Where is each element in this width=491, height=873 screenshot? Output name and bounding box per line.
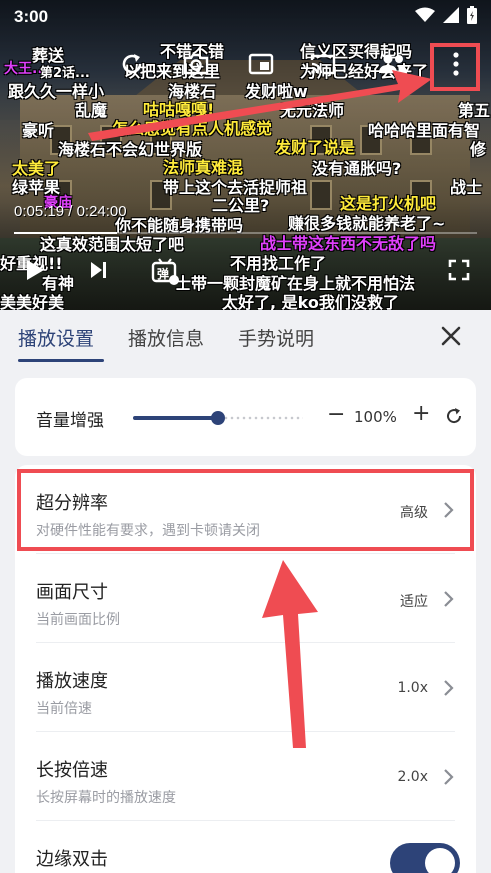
setting-value: 2.0x — [397, 769, 428, 785]
setting-row-aspect-ratio[interactable]: 画面尺寸 当前画面比例 适应 — [15, 554, 476, 643]
watch-together-button[interactable] — [375, 50, 411, 82]
active-tab-indicator — [18, 359, 104, 362]
reset-icon — [444, 408, 464, 430]
danmaku-comment: 哈哈哈里面有智 — [368, 121, 481, 140]
status-bar-time: 3:00 — [14, 7, 49, 26]
setting-subtitle: 长按屏幕时的播放速度 — [36, 790, 176, 806]
skip-next-icon — [89, 260, 109, 284]
danmaku-comment: 太好了, 是ko我们没救了 — [222, 293, 399, 310]
volume-increase-button[interactable]: + — [412, 401, 430, 426]
setting-title: 播放速度 — [36, 671, 108, 692]
danmaku-toggle-button[interactable]: 弹 — [148, 254, 182, 288]
setting-row-long-press-speed[interactable]: 长按倍速 长按屏幕时的播放速度 2.0x — [15, 732, 476, 821]
cast-button[interactable] — [305, 50, 341, 82]
volume-reset-button[interactable] — [444, 406, 464, 426]
volume-boost-value: 100% — [354, 408, 397, 426]
danmaku-comment: 修 — [470, 140, 487, 159]
setting-value: 1.0x — [397, 680, 428, 696]
watch-together-icon — [378, 53, 408, 79]
fullscreen-button[interactable] — [444, 257, 474, 287]
picture-in-picture-icon — [247, 52, 275, 80]
danmaku-toggle-label: 弹 — [157, 267, 170, 281]
setting-title: 边缘双击 — [36, 849, 108, 870]
picture-in-picture-button[interactable] — [243, 50, 279, 82]
setting-value: 适应 — [400, 594, 428, 610]
progress-fill — [14, 232, 117, 234]
screenshot-button[interactable] — [178, 50, 214, 82]
danmaku-toggle-icon: 弹 — [150, 256, 180, 286]
current-time: 0:05:19 — [14, 203, 65, 220]
danmaku-comment: 豪听 — [22, 121, 55, 140]
volume-boost-card: 音量增强 − 100% + — [15, 378, 476, 456]
video-player[interactable]: 葬送 不错不错 信义区买得起吗 大王... 第2话... 以把来到这里 为师已经… — [0, 0, 491, 310]
setting-title: 长按倍速 — [36, 760, 108, 781]
refresh-icon — [119, 51, 145, 81]
highlight-super-resolution — [17, 469, 474, 551]
edge-double-tap-toggle[interactable] — [390, 843, 460, 873]
volume-decrease-button[interactable]: − — [327, 402, 345, 427]
danmaku-comment: 乱魔 — [75, 101, 108, 120]
signal-icon — [443, 7, 459, 27]
battery-icon — [467, 6, 477, 28]
play-icon — [25, 259, 45, 285]
cast-icon — [309, 52, 337, 80]
danmaku-comment: 无元法师 — [280, 101, 345, 120]
player-settings-sheet: 播放设置 播放信息 手势说明 音量增强 − 100% + 超分辨率 对硬件性能有… — [0, 310, 491, 873]
danmaku-comment: 战士 — [450, 178, 483, 197]
time-separator: / — [64, 203, 77, 220]
close-icon — [437, 326, 465, 354]
volume-boost-slider[interactable] — [133, 411, 303, 425]
tab-playback-settings[interactable]: 播放设置 — [18, 324, 94, 351]
setting-title: 画面尺寸 — [36, 582, 108, 603]
play-button[interactable] — [20, 257, 50, 287]
danmaku-comment: 没有通胀吗? — [312, 159, 402, 178]
refresh-button[interactable] — [114, 50, 150, 82]
volume-boost-label: 音量增强 — [36, 411, 104, 431]
highlight-more-options — [430, 43, 480, 91]
setting-row-playback-speed[interactable]: 播放速度 当前倍速 1.0x — [15, 643, 476, 732]
settings-tabs: 播放设置 播放信息 手势说明 — [0, 310, 491, 366]
setting-row-edge-double-tap[interactable]: 边缘双击 — [15, 821, 476, 873]
setting-subtitle: 当前画面比例 — [36, 612, 120, 628]
setting-subtitle: 当前倍速 — [36, 701, 92, 717]
volume-slider-handle[interactable] — [211, 411, 225, 425]
tab-gesture-guide[interactable]: 手势说明 — [238, 324, 314, 351]
danmaku-comment: 美美好美 — [0, 293, 65, 310]
chevron-right-icon — [442, 767, 456, 787]
close-button[interactable] — [437, 322, 465, 350]
fullscreen-icon — [448, 259, 470, 285]
chevron-right-icon — [442, 589, 456, 609]
status-bar-icons — [415, 6, 477, 28]
next-episode-button[interactable] — [84, 257, 114, 287]
wifi-icon — [415, 7, 435, 27]
chevron-right-icon — [442, 678, 456, 698]
playback-time: 0:05:19 / 0:24:00 — [14, 203, 127, 220]
volume-slider-fill — [133, 416, 218, 420]
tab-playback-info[interactable]: 播放信息 — [128, 324, 204, 351]
camera-icon — [182, 52, 210, 80]
progress-bar[interactable] — [14, 232, 477, 234]
total-time: 0:24:00 — [76, 203, 127, 220]
toggle-knob — [425, 848, 455, 873]
